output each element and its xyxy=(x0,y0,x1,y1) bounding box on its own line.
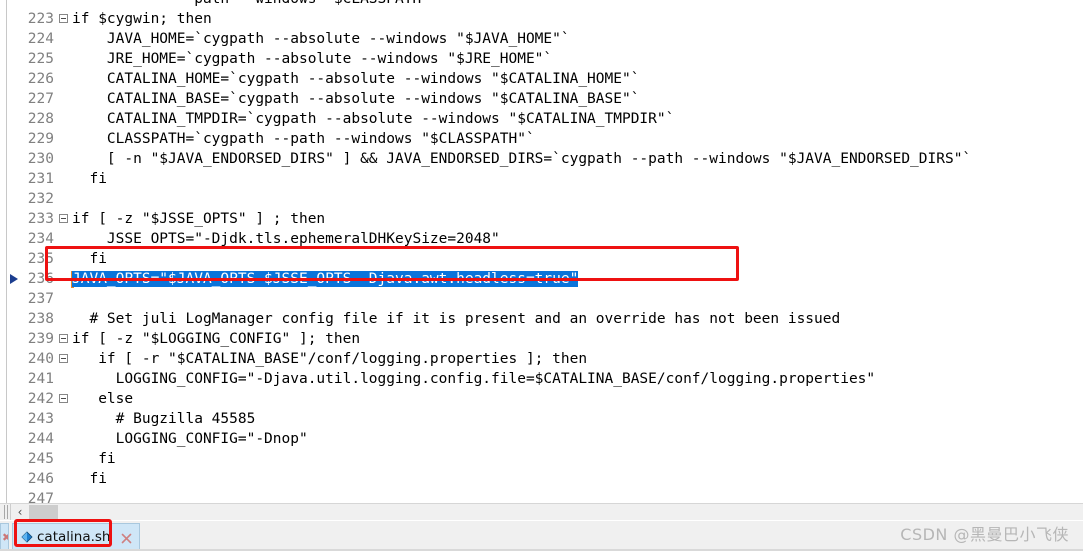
code-line[interactable]: 241 LOGGING_CONFIG="-Djava.util.logging.… xyxy=(0,369,1083,389)
code-line[interactable]: 234 JSSE_OPTS="-Djdk.tls.ephemeralDHKeyS… xyxy=(0,229,1083,249)
line-number: 247 xyxy=(27,491,54,503)
code-line-text: fi xyxy=(72,471,107,487)
code-line-text: if [ -z "$JSSE_OPTS" ] ; then xyxy=(72,211,326,227)
code-line-text: CATALINA_HOME=`cygpath --absolute --wind… xyxy=(72,71,640,87)
code-editor-area[interactable]: --path --windows "$CLASSPATH"` 223 if $cyg… xyxy=(0,0,1083,503)
code-line-text: LOGGING_CONFIG="-Dnop" xyxy=(72,431,308,447)
code-line[interactable]: 228 CATALINA_TMPDIR=`cygpath --absolute … xyxy=(0,109,1083,129)
code-line-text: JAVA_OPTS="$JAVA_OPTS $JSSE_OPTS -Djava.… xyxy=(72,269,579,289)
code-fold-toggle-icon[interactable] xyxy=(59,214,68,223)
line-number: 223 xyxy=(27,11,54,27)
watermark-text: CSDN @黑曼巴小飞侠 xyxy=(900,525,1069,544)
code-line[interactable]: 230 [ -n "$JAVA_ENDORSED_DIRS" ] && JAVA… xyxy=(0,149,1083,169)
line-number: 240 xyxy=(27,351,54,367)
scroll-left-arrow-icon[interactable]: ‹ xyxy=(12,504,28,520)
line-number: 244 xyxy=(27,431,54,447)
line-number: 229 xyxy=(27,131,54,147)
line-number: 228 xyxy=(27,111,54,127)
line-number: 225 xyxy=(27,51,54,67)
line-number: 235 xyxy=(27,251,54,267)
line-number: 237 xyxy=(27,291,54,307)
code-line-text: if [ -r "$CATALINA_BASE"/conf/logging.pr… xyxy=(72,351,588,367)
line-number: 234 xyxy=(27,231,54,247)
code-line[interactable]: 223 if $cygwin; then xyxy=(0,9,1083,29)
line-number: 246 xyxy=(27,471,54,487)
code-line-text: fi xyxy=(72,171,107,187)
code-line-text: fi xyxy=(72,451,116,467)
code-line[interactable]: 227 CATALINA_BASE=`cygpath --absolute --… xyxy=(0,89,1083,109)
scrollbar-corner-grip xyxy=(1,504,11,520)
code-line-text: CLASSPATH=`cygpath --path --windows "$CL… xyxy=(72,131,535,147)
code-line-text: # Bugzilla 45585 xyxy=(72,411,256,427)
line-number: 227 xyxy=(27,91,54,107)
code-fold-toggle-icon[interactable] xyxy=(59,334,68,343)
line-number: 236 xyxy=(27,271,54,287)
line-number: 242 xyxy=(27,391,54,407)
code-line-text: CATALINA_BASE=`cygpath --absolute --wind… xyxy=(72,91,640,107)
code-line[interactable]: 224 JAVA_HOME=`cygpath --absolute --wind… xyxy=(0,29,1083,49)
line-number: 231 xyxy=(27,171,54,187)
close-icon[interactable]: ✖ xyxy=(2,531,8,544)
line-number: 224 xyxy=(27,31,54,47)
code-line[interactable]: 233 if [ -z "$JSSE_OPTS" ] ; then xyxy=(0,209,1083,229)
code-line-text: [ -n "$JAVA_ENDORSED_DIRS" ] && JAVA_END… xyxy=(72,151,972,167)
code-line[interactable]: 237 xyxy=(0,289,1083,309)
tab-partial-previous[interactable]: ✖ xyxy=(0,523,9,549)
code-line[interactable]: --path --windows "$CLASSPATH"` xyxy=(0,0,1083,9)
line-number: 232 xyxy=(27,191,54,207)
tab-catalina-sh[interactable]: catalina.sh xyxy=(12,523,141,549)
code-line[interactable]: 226 CATALINA_HOME=`cygpath --absolute --… xyxy=(0,69,1083,89)
code-line-text: # Set juli LogManager config file if it … xyxy=(72,311,841,327)
code-line[interactable]: 239 if [ -z "$LOGGING_CONFIG" ]; then xyxy=(0,329,1083,349)
code-line-text: if [ -z "$LOGGING_CONFIG" ]; then xyxy=(72,331,361,347)
code-line-text: if $cygwin; then xyxy=(72,11,212,27)
document-icon xyxy=(21,530,33,543)
tab-label: catalina.sh xyxy=(37,528,111,545)
editor-window: --path --windows "$CLASSPATH"` 223 if $cyg… xyxy=(0,0,1083,551)
code-fold-toggle-icon[interactable] xyxy=(59,394,68,403)
selected-text-span: JAVA_OPTS="$JAVA_OPTS $JSSE_OPTS -Djava.… xyxy=(72,271,579,287)
code-line[interactable]: 247 xyxy=(0,489,1083,503)
code-line-text: JSSE_OPTS="-Djdk.tls.ephemeralDHKeySize=… xyxy=(72,231,500,247)
code-line-text: CATALINA_TMPDIR=`cygpath --absolute --wi… xyxy=(72,111,675,127)
code-line[interactable]: 243 # Bugzilla 45585 xyxy=(0,409,1083,429)
code-line[interactable]: 229 CLASSPATH=`cygpath --path --windows … xyxy=(0,129,1083,149)
line-number: 241 xyxy=(27,371,54,387)
code-fold-toggle-icon[interactable] xyxy=(59,354,68,363)
line-number: 243 xyxy=(27,411,54,427)
code-fold-toggle-icon[interactable] xyxy=(59,14,68,23)
code-line[interactable]: 231 fi xyxy=(0,169,1083,189)
code-line[interactable]: 235 fi xyxy=(0,249,1083,269)
code-line-list: --path --windows "$CLASSPATH"` 223 if $cyg… xyxy=(0,0,1083,503)
code-line-text: fi xyxy=(72,251,107,267)
code-line[interactable]: 245 fi xyxy=(0,449,1083,469)
code-line-text: JAVA_HOME=`cygpath --absolute --windows … xyxy=(72,31,570,47)
code-line-text: JRE_HOME=`cygpath --absolute --windows "… xyxy=(72,51,553,67)
code-line[interactable]: 244 LOGGING_CONFIG="-Dnop" xyxy=(0,429,1083,449)
code-line[interactable]: 240 if [ -r "$CATALINA_BASE"/conf/loggin… xyxy=(0,349,1083,369)
code-line[interactable]: 236 JAVA_OPTS="$JAVA_OPTS $JSSE_OPTS -Dja… xyxy=(0,269,1083,289)
line-number: 226 xyxy=(27,71,54,87)
line-number: 230 xyxy=(27,151,54,167)
code-line[interactable]: 246 fi xyxy=(0,469,1083,489)
code-line[interactable]: 232 xyxy=(0,189,1083,209)
horizontal-scrollbar[interactable]: ‹ xyxy=(0,503,1083,520)
line-number: 233 xyxy=(27,211,54,227)
code-line[interactable]: 225 JRE_HOME=`cygpath --absolute --windo… xyxy=(0,49,1083,69)
code-line[interactable]: 238 # Set juli LogManager config file if… xyxy=(0,309,1083,329)
code-line-text: LOGGING_CONFIG="-Djava.util.logging.conf… xyxy=(72,371,876,387)
code-line-text: --path --windows "$CLASSPATH"` xyxy=(72,0,439,9)
horizontal-scrollbar-thumb[interactable] xyxy=(29,505,58,519)
line-number: 238 xyxy=(27,311,54,327)
line-number: 239 xyxy=(27,331,54,347)
code-line-text: else xyxy=(72,391,134,407)
code-line[interactable]: 242 else xyxy=(0,389,1083,409)
line-number: 245 xyxy=(27,451,54,467)
tab-close-icon[interactable] xyxy=(120,530,133,544)
